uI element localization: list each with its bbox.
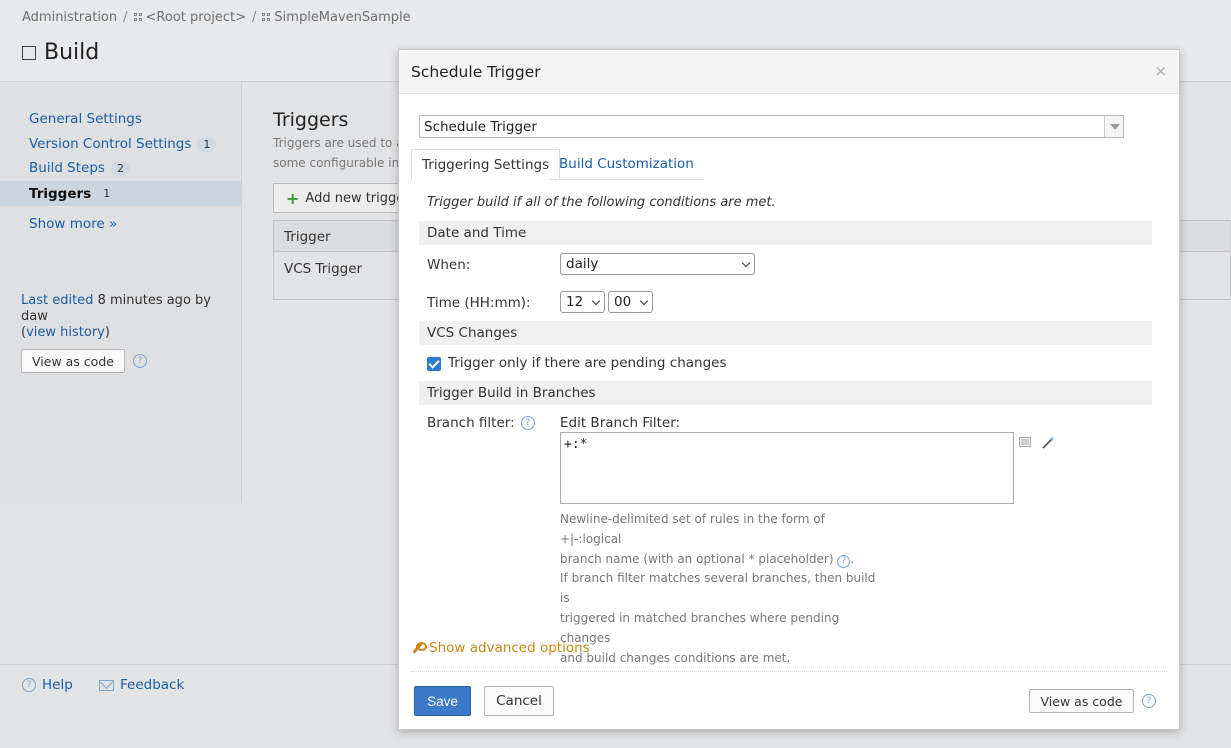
page-title-text: Build	[44, 40, 100, 65]
note-line-end: .	[850, 551, 855, 566]
conditions-intro: Trigger build if all of the following co…	[427, 195, 776, 210]
note-line: triggered in matched branches where pend…	[560, 610, 840, 645]
wrench-icon	[411, 642, 427, 654]
branch-filter-row-label: Branch filter: ?	[427, 415, 535, 431]
count-badge: 1	[103, 187, 111, 200]
minute-select[interactable]: 00	[608, 291, 653, 313]
chevron-down-icon	[639, 296, 649, 305]
view-as-code-button[interactable]: View as code	[21, 349, 125, 373]
tab-build-customization[interactable]: Build Customization	[549, 149, 704, 180]
plus-icon: +	[286, 188, 300, 208]
list-icon[interactable]	[1019, 437, 1031, 447]
minute-value: 00	[614, 294, 632, 310]
chevron-down-icon	[741, 258, 751, 267]
cancel-button[interactable]: Cancel	[484, 686, 554, 716]
pending-changes-checkbox[interactable]	[427, 357, 441, 371]
mail-icon	[99, 679, 114, 691]
show-more-link[interactable]: Show more »	[29, 216, 117, 232]
breadcrumb-separator: /	[252, 10, 257, 25]
sidebar-item-label: Version Control Settings	[29, 136, 192, 152]
table-row[interactable]: VCS Trigger	[284, 261, 362, 277]
branch-filter-label: Branch filter:	[427, 415, 515, 431]
description-line: Triggers are used to ad	[273, 136, 403, 150]
help-label: Help	[42, 677, 73, 693]
add-trigger-label: Add new trigge	[305, 190, 405, 206]
sidebar-item-label: Build Steps	[29, 160, 105, 176]
sidebar-item-build-steps[interactable]: Build Steps 2	[29, 160, 130, 176]
hour-select[interactable]: 12	[560, 291, 605, 313]
help-icon[interactable]: ?	[520, 416, 535, 430]
edit-branch-filter-label: Edit Branch Filter:	[560, 415, 681, 431]
schedule-trigger-dialog: Schedule Trigger × Schedule Trigger Trig…	[398, 49, 1180, 730]
feedback-link[interactable]: Feedback	[99, 677, 184, 693]
note-line: branch name (with an optional * placehol…	[560, 550, 880, 570]
help-icon[interactable]: ?	[837, 554, 851, 568]
help-icon[interactable]: ?	[133, 354, 147, 368]
trigger-type-select[interactable]: Schedule Trigger	[419, 115, 1124, 138]
help-icon[interactable]: ?	[1142, 694, 1156, 708]
add-trigger-button[interactable]: + Add new trigge	[273, 183, 413, 213]
note-line: Newline-delimited set of rules in the fo…	[560, 512, 825, 546]
description-line: some configurable inte	[273, 156, 403, 170]
project-icon	[262, 13, 271, 22]
trigger-type-value: Schedule Trigger	[424, 119, 537, 135]
breadcrumb: Administration / <Root project> / Simple…	[22, 10, 411, 25]
branch-filter-help: Newline-delimited set of rules in the fo…	[560, 510, 880, 668]
when-label: When:	[427, 257, 471, 273]
sidebar-item-version-control-settings[interactable]: Version Control Settings 1	[29, 136, 217, 152]
sidebar-item-general-settings[interactable]: General Settings	[29, 111, 142, 127]
note-line: and build changes conditions are met.	[560, 650, 791, 665]
sidebar-item-triggers[interactable]: Triggers 1	[0, 181, 241, 206]
view-history-link[interactable]: view history	[26, 325, 105, 340]
breadcrumb-administration[interactable]: Administration	[22, 10, 117, 25]
project-icon	[133, 13, 143, 22]
count-badge: 1	[197, 136, 217, 152]
dialog-header: Schedule Trigger ×	[399, 50, 1179, 94]
breadcrumb-root-project-label: <Root project>	[145, 10, 247, 25]
save-button[interactable]: Save	[414, 686, 471, 716]
dialog-title: Schedule Trigger	[411, 63, 541, 81]
help-link[interactable]: ? Help	[22, 677, 73, 693]
chevron-down-icon	[591, 296, 601, 305]
last-edited-info: Last edited 8 minutes ago by daw (view h…	[21, 293, 211, 340]
when-select[interactable]: daily	[560, 253, 755, 275]
feedback-label: Feedback	[120, 677, 185, 693]
last-edited-label: Last edited	[21, 293, 94, 308]
sidebar: General Settings Version Control Setting…	[0, 83, 242, 503]
advanced-label: Show advanced options	[429, 640, 590, 656]
section-date-time: Date and Time	[419, 221, 1152, 245]
build-config-icon	[22, 45, 36, 60]
note-line: If branch filter matches several branche…	[560, 571, 876, 606]
dropdown-arrow-icon[interactable]	[1104, 116, 1123, 137]
when-value: daily	[566, 256, 599, 272]
help-icon: ?	[22, 678, 36, 692]
page-title: Build	[22, 40, 99, 65]
magic-wand-icon[interactable]	[1042, 436, 1055, 449]
section-heading: Triggers	[273, 109, 349, 131]
sidebar-item-label: Triggers	[29, 185, 92, 202]
breadcrumb-simple-maven-sample[interactable]: SimpleMavenSample	[262, 10, 411, 25]
tab-triggering-settings[interactable]: Triggering Settings	[411, 149, 561, 180]
dialog-tabs: Triggering Settings Build Customization	[411, 149, 1166, 180]
section-description: Triggers are used to ad some configurabl…	[273, 133, 403, 173]
hour-value: 12	[566, 294, 584, 310]
dialog-footer-divider	[411, 671, 1167, 672]
branch-filter-textarea[interactable]: +:*	[560, 432, 1014, 504]
close-icon[interactable]: ×	[1154, 62, 1167, 80]
sidebar-item-label: General Settings	[29, 111, 142, 127]
section-vcs-changes: VCS Changes	[419, 321, 1152, 345]
time-label: Time (HH:mm):	[427, 295, 531, 311]
show-advanced-options-link[interactable]: Show advanced options	[411, 640, 590, 656]
pending-changes-label[interactable]: Trigger only if there are pending change…	[448, 355, 727, 371]
count-badge: 2	[110, 160, 130, 176]
dialog-view-as-code-button[interactable]: View as code	[1029, 689, 1134, 713]
breadcrumb-separator: /	[123, 10, 128, 25]
breadcrumb-project-label: SimpleMavenSample	[274, 10, 411, 25]
section-trigger-branches: Trigger Build in Branches	[419, 381, 1152, 405]
note-text: branch name (with an optional * placehol…	[560, 551, 834, 566]
breadcrumb-root-project[interactable]: <Root project>	[133, 10, 247, 25]
